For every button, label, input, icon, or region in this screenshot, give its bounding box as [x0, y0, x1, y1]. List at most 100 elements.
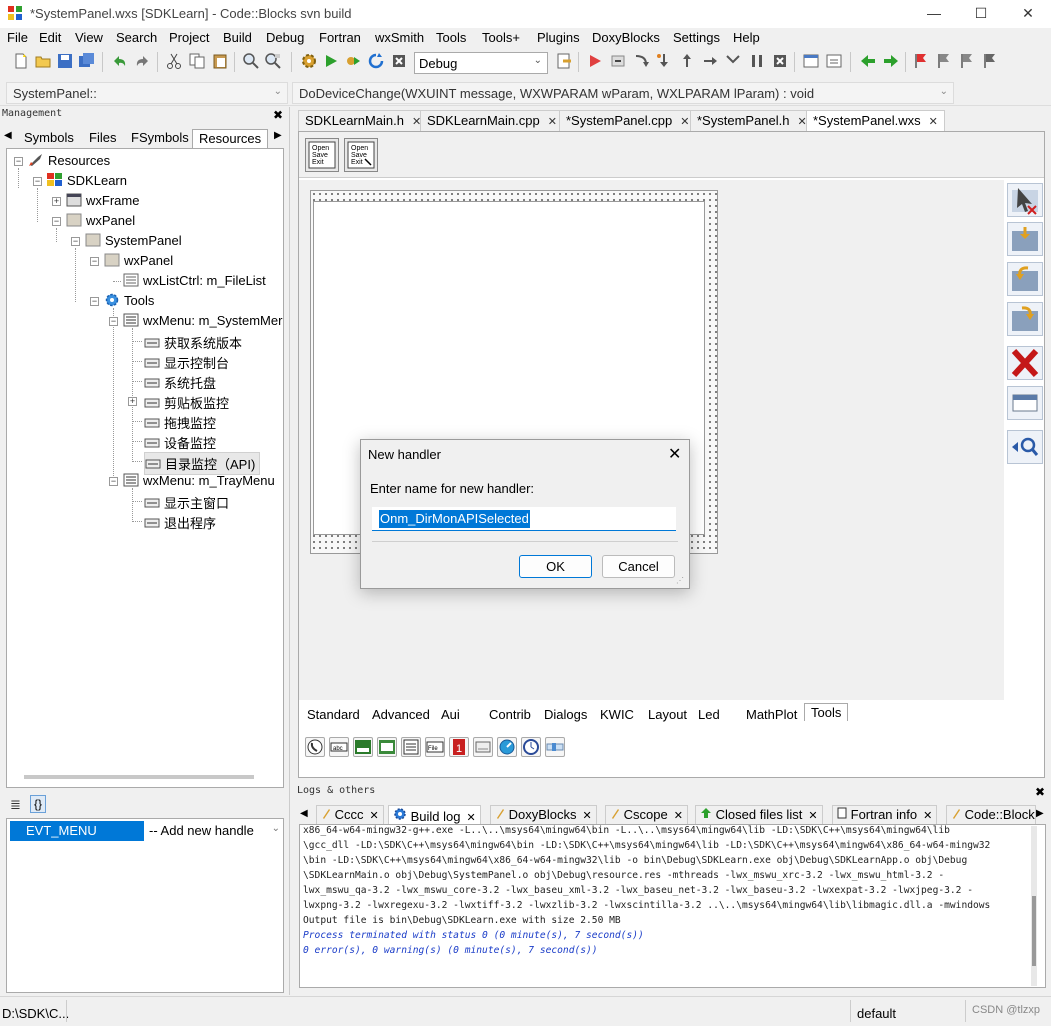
step-into-icon[interactable]	[655, 52, 673, 70]
menu-project[interactable]: Project	[169, 30, 209, 45]
ledpanel-tool[interactable]: 1	[449, 737, 469, 757]
dialog-close-icon[interactable]: ✕	[668, 444, 681, 464]
toggle-bookmark-icon[interactable]	[912, 52, 930, 70]
tree-node-menuitem[interactable]: 拖拽监控	[144, 413, 216, 432]
menu-tools[interactable]: Tools	[436, 30, 466, 45]
run-icon[interactable]	[322, 52, 340, 70]
tree-node-menuitem[interactable]: 设备监控	[144, 433, 216, 452]
log-tab-doxyblocks[interactable]: DoxyBlocks ✕	[490, 805, 597, 825]
jump-back-icon[interactable]	[859, 52, 877, 70]
tab-scroll-right-icon[interactable]: ▶	[1036, 808, 1044, 819]
next-line-icon[interactable]	[632, 52, 650, 70]
tree-node-menuitem-selected[interactable]: 目录监控（API)	[144, 452, 261, 475]
prev-bookmark-icon[interactable]	[935, 52, 953, 70]
collapse-toggle[interactable]: −	[14, 157, 23, 166]
collapse-toggle[interactable]: −	[109, 317, 118, 326]
redo-icon[interactable]	[134, 52, 152, 70]
close-tab-icon[interactable]: ✕	[583, 810, 592, 822]
timer-tool[interactable]	[305, 737, 325, 757]
close-tab-icon[interactable]: ✕	[923, 810, 932, 822]
close-icon[interactable]: ✕	[1005, 0, 1051, 28]
palette-tab-dialogs[interactable]: Dialogs	[540, 706, 591, 723]
maximize-icon[interactable]: ☐	[958, 0, 1004, 28]
menu-editor-button[interactable]: Open Save Exit	[305, 138, 339, 172]
log-tab-fortran-info[interactable]: Fortran info ✕	[832, 805, 938, 825]
menu-help[interactable]: Help	[733, 30, 760, 45]
insert-before-button[interactable]	[1007, 262, 1043, 296]
menu-wxsmith[interactable]: wxSmith	[375, 30, 424, 45]
menu-debug[interactable]: Debug	[266, 30, 304, 45]
pause-icon[interactable]	[748, 52, 766, 70]
undo-icon[interactable]	[110, 52, 128, 70]
close-icon[interactable]: ✖	[273, 108, 283, 122]
next-instruction-icon[interactable]	[701, 52, 719, 70]
close-icon[interactable]: ✖	[1035, 785, 1045, 799]
menu-file[interactable]: File	[7, 30, 28, 45]
close-tab-icon[interactable]: ✕	[674, 810, 683, 822]
run-to-cursor-icon[interactable]	[609, 52, 627, 70]
tree-node-sdklearn[interactable]: SDKLearn	[47, 173, 127, 188]
menu-fortran[interactable]: Fortran	[319, 30, 361, 45]
tree-node-tools[interactable]: Tools	[104, 293, 154, 308]
tree-node-menuitem[interactable]: 剪贴板监控	[144, 393, 229, 412]
replace-icon[interactable]	[264, 52, 282, 70]
step-out-icon[interactable]	[678, 52, 696, 70]
event-name-cell[interactable]: EVT_MENU	[10, 821, 144, 841]
tab-scroll-left-icon[interactable]: ◀	[300, 808, 308, 819]
collapse-toggle[interactable]: −	[109, 477, 118, 486]
collapse-toggle[interactable]: −	[33, 177, 42, 186]
step-instruction-icon[interactable]	[724, 52, 742, 70]
preview-button[interactable]	[1007, 183, 1043, 217]
tree-node-menuitem[interactable]: 显示主窗口	[144, 493, 229, 512]
menu-edit[interactable]: Edit	[39, 30, 61, 45]
function-select[interactable]: DoDeviceChange(WXUINT message, WXWPARAM …	[292, 82, 954, 104]
tab-sdklearnmain-cpp[interactable]: SDKLearnMain.cpp ✕	[420, 110, 564, 131]
gauge-tool[interactable]	[497, 737, 517, 757]
next-bookmark-icon[interactable]	[958, 52, 976, 70]
log-tab-closed-files[interactable]: Closed files list ✕	[695, 805, 823, 825]
collapse-toggle[interactable]: −	[90, 297, 99, 306]
abort-icon[interactable]	[390, 52, 408, 70]
build-target-select[interactable]: Debug ⌄	[414, 52, 548, 74]
progress-tool[interactable]	[545, 737, 565, 757]
jump-forward-icon[interactable]	[882, 52, 900, 70]
event-handler-select[interactable]: -- Add new handle ⌄	[144, 821, 284, 841]
log-tab-cscope[interactable]: Cscope ✕	[605, 805, 688, 825]
tab-fsymbols[interactable]: FSymbols	[125, 129, 195, 149]
tab-systempanel-h[interactable]: *SystemPanel.h ✕	[690, 110, 814, 131]
close-tab-icon[interactable]: ✕	[808, 810, 817, 822]
clear-bookmarks-icon[interactable]	[981, 52, 999, 70]
menu-search[interactable]: Search	[116, 30, 157, 45]
debug-start-icon[interactable]	[586, 52, 604, 70]
palette-tab-layout[interactable]: Layout	[644, 706, 691, 723]
log-tab-codeblocks[interactable]: Code::Block	[946, 805, 1036, 825]
menubar-tool[interactable]	[377, 737, 397, 757]
palette-tab-kwic[interactable]: KWIC	[596, 706, 638, 723]
show-preview-button[interactable]	[1007, 386, 1043, 420]
expand-toggle[interactable]: +	[52, 197, 61, 206]
palette-tab-advanced[interactable]: Advanced	[368, 706, 434, 723]
rebuild-icon[interactable]	[367, 52, 385, 70]
tab-symbols[interactable]: Symbols	[18, 129, 80, 149]
tree-node-systempanel[interactable]: SystemPanel	[85, 233, 182, 248]
tab-files[interactable]: Files	[83, 129, 122, 149]
events-tab-icon[interactable]: {}	[30, 795, 47, 813]
save-icon[interactable]	[56, 52, 74, 70]
menu-settings[interactable]: Settings	[673, 30, 720, 45]
tab-sdklearnmain-h[interactable]: SDKLearnMain.h ✕	[298, 110, 429, 131]
tree-node-menuitem[interactable]: 退出程序	[144, 513, 216, 532]
resize-grip-icon[interactable]: ⋰	[676, 576, 684, 585]
image-tool[interactable]	[473, 737, 493, 757]
toolbar-tool[interactable]: abc	[329, 737, 349, 757]
save-all-icon[interactable]	[78, 52, 96, 70]
log-tab-cccc[interactable]: Cccc ✕	[316, 805, 384, 825]
paste-icon[interactable]	[211, 52, 229, 70]
tab-scroll-left-icon[interactable]: ◀	[4, 130, 12, 141]
close-tab-icon[interactable]: ✕	[929, 116, 938, 128]
select-target-icon[interactable]	[555, 52, 573, 70]
new-file-icon[interactable]	[12, 52, 30, 70]
ok-button[interactable]: OK	[519, 555, 592, 578]
close-tab-icon[interactable]: ✕	[548, 116, 557, 128]
collapse-toggle[interactable]: −	[71, 237, 80, 246]
palette-tab-aui[interactable]: Aui	[437, 706, 464, 723]
